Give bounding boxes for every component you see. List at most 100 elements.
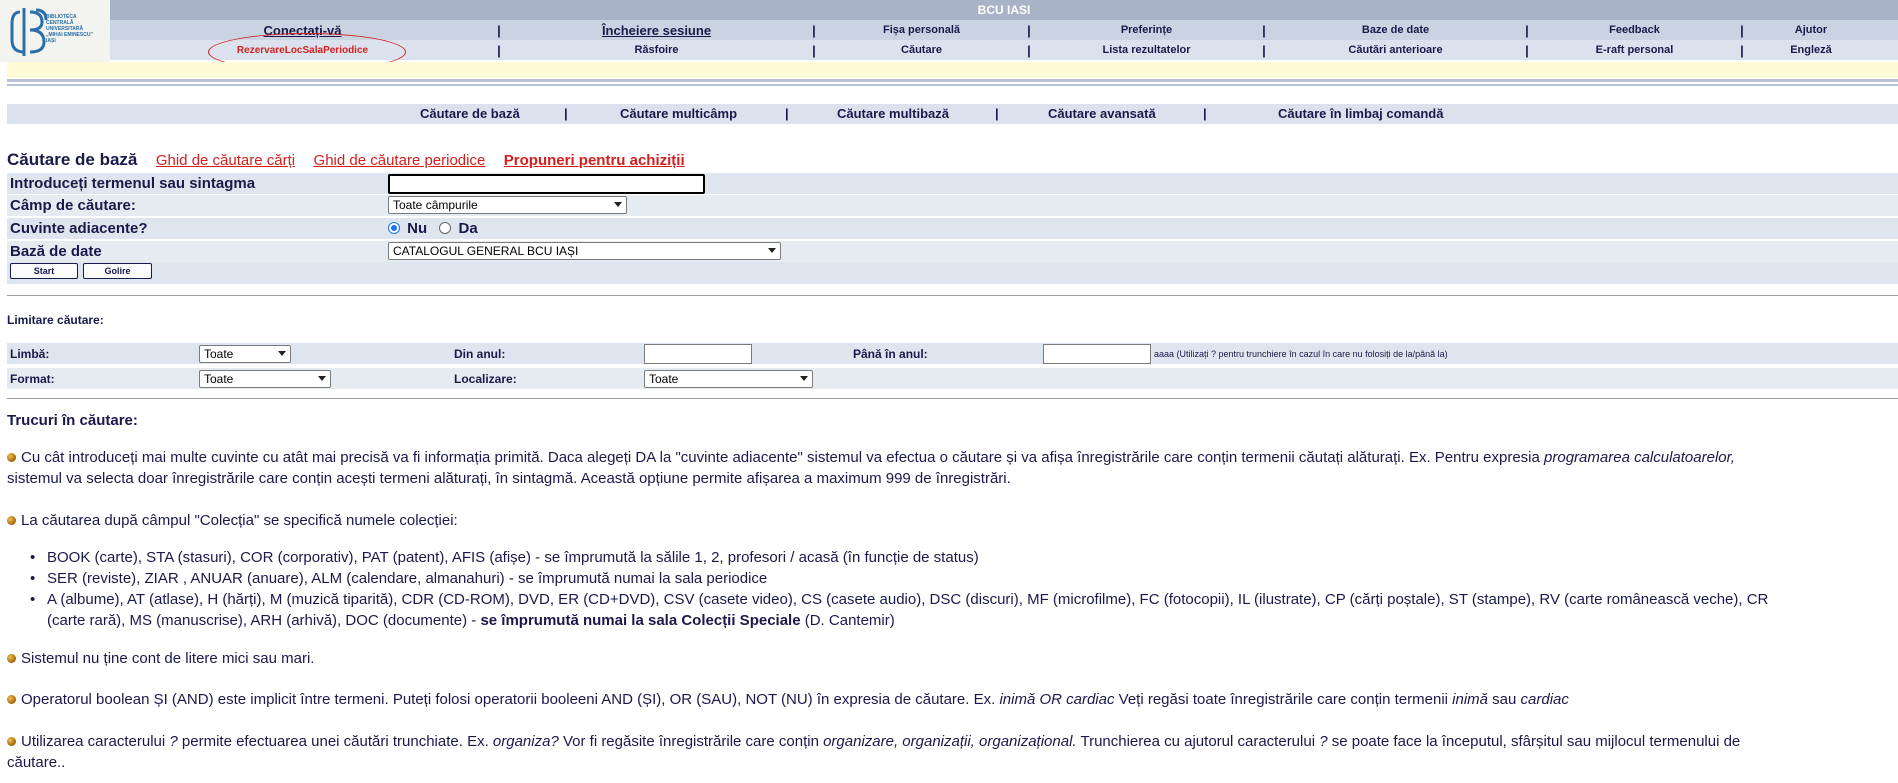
database-label: Bază de date	[10, 243, 102, 260]
year-hint: aaaa (Utilizați ? pentru trunchiere în c…	[1154, 349, 1448, 359]
tab-advanced-search[interactable]: Căutare avansată	[1048, 106, 1156, 121]
radio-yes[interactable]	[439, 222, 452, 234]
page-heading: Căutare de bază Ghid de căutare cărți Gh…	[7, 150, 685, 170]
nav-separator: |	[1525, 42, 1529, 58]
chevron-down-icon	[768, 248, 776, 253]
tab-multibase-search[interactable]: Căutare multibază	[837, 106, 949, 121]
list-item: A (albume), AT (atlase), H (hărți), M (m…	[27, 589, 1887, 631]
term-label: Introduceți termenul sau sintagma	[10, 175, 256, 192]
nav-search[interactable]: Căutare	[818, 44, 1025, 56]
adjacent-options: Nu Da	[388, 220, 478, 237]
tip-case: Sistemul nu ține cont de litere mici sau…	[7, 648, 1887, 669]
nav-separator: |	[1027, 22, 1031, 38]
chevron-down-icon	[318, 376, 326, 381]
language-select-value: Toate	[204, 347, 234, 361]
nav-help[interactable]: Ajutor	[1746, 24, 1876, 36]
field-label: Câmp de căutare:	[10, 197, 136, 214]
nav-separator: |	[1740, 42, 1744, 58]
nav-separator: |	[1740, 22, 1744, 38]
guide-periodicals-link[interactable]: Ghid de căutare periodice	[314, 152, 486, 169]
bullet-icon	[7, 453, 16, 462]
divider	[7, 398, 1898, 399]
radio-yes-label: Da	[458, 220, 478, 237]
nav-separator: |	[497, 22, 501, 38]
adjacent-label: Cuvinte adiacente?	[10, 220, 148, 237]
guide-books-link[interactable]: Ghid de căutare cărți	[156, 152, 295, 169]
tab-separator: |	[995, 106, 999, 121]
nav-databases[interactable]: Baze de date	[1268, 24, 1523, 36]
from-year-input[interactable]	[644, 344, 752, 364]
bullet-icon	[7, 737, 16, 746]
location-select-value: Toate	[649, 372, 679, 386]
nav-row-session: Conectați-vă | Încheiere sesiune | Fișa …	[110, 20, 1898, 40]
location-label: Localizare:	[454, 372, 517, 386]
start-button[interactable]: Start	[10, 263, 78, 279]
nav-preferences[interactable]: Preferințe	[1033, 24, 1260, 36]
search-input[interactable]	[388, 174, 705, 194]
format-select-value: Toate	[204, 372, 234, 386]
tab-command-search[interactable]: Căutare în limbaj comandă	[1278, 106, 1443, 121]
search-type-tabs: Căutare de bază | Căutare multicâmp | Că…	[7, 104, 1898, 124]
nav-feedback[interactable]: Feedback	[1531, 24, 1738, 36]
nav-personal-file[interactable]: Fișa personală	[818, 24, 1025, 36]
acquisition-proposals-link[interactable]: Propuneri pentru achiziții	[504, 152, 685, 169]
database-row: Bază de date CATALOGUL GENERAL BCU IAȘI	[7, 241, 1898, 262]
term-row: Introduceți termenul sau sintagma	[7, 173, 1898, 194]
field-select-value: Toate câmpurile	[393, 198, 478, 212]
app-title: BCU IASI	[110, 0, 1898, 20]
field-row: Câmp de căutare: Toate câmpurile	[7, 195, 1898, 216]
collections-list: BOOK (carte), STA (stasuri), COR (corpor…	[27, 547, 1887, 631]
nav-separator: |	[1027, 42, 1031, 58]
from-year-label: Din anul:	[454, 347, 506, 361]
clear-button[interactable]: Golire	[83, 263, 152, 279]
page-title: Căutare de bază	[7, 150, 138, 169]
bullet-icon	[7, 695, 16, 704]
to-year-label: Până în anul:	[853, 347, 928, 361]
nav-previous-searches[interactable]: Căutări anterioare	[1268, 44, 1523, 56]
logo-caption: BIBLIOTECA CENTRALĂ UNIVERSITARĂ „MIHAI …	[46, 14, 93, 44]
language-select[interactable]: Toate	[199, 345, 291, 363]
tip-boolean: Operatorul boolean ȘI (AND) este implici…	[7, 689, 1887, 710]
database-select[interactable]: CATALOGUL GENERAL BCU IAȘI	[388, 242, 781, 260]
radio-no-label: Nu	[407, 220, 428, 237]
tab-basic-search[interactable]: Căutare de bază	[420, 106, 520, 121]
tip-more-words: Cu cât introduceți mai multe cuvinte cu …	[7, 449, 1735, 487]
bcu-logo[interactable]: BIBLIOTECA CENTRALĂ UNIVERSITARĂ „MIHAI …	[0, 0, 110, 62]
nav-separator: |	[1262, 22, 1266, 38]
to-year-input[interactable]	[1043, 344, 1151, 364]
divider	[7, 84, 1898, 86]
location-select[interactable]: Toate	[644, 370, 813, 388]
field-select[interactable]: Toate câmpurile	[388, 196, 627, 214]
bullet-icon	[7, 654, 16, 663]
nav-separator: |	[812, 42, 816, 58]
notice-band	[7, 62, 1898, 78]
limit-row-1: Limbă: Toate Din anul: Până în anul: aaa…	[7, 343, 1898, 364]
nav-results-list[interactable]: Lista rezultatelor	[1033, 44, 1260, 56]
database-select-value: CATALOGUL GENERAL BCU IAȘI	[393, 244, 579, 258]
nav-e-shelf[interactable]: E-raft personal	[1531, 44, 1738, 56]
nav-end-session[interactable]: Încheiere sesiune	[503, 23, 810, 38]
nav-separator: |	[812, 22, 816, 38]
tip-truncation: Utilizarea caracterului ? permite efectu…	[7, 733, 1741, 771]
limit-row-2: Format: Toate Localizare: Toate	[7, 368, 1898, 389]
tip-collection: La căutarea după câmpul "Colecția" se sp…	[7, 510, 1887, 531]
chevron-down-icon	[800, 376, 808, 381]
nav-separator: |	[497, 42, 501, 58]
bullet-icon	[7, 516, 16, 525]
divider	[7, 295, 1898, 296]
nav-browse[interactable]: Răsfoire	[503, 44, 810, 56]
format-select[interactable]: Toate	[199, 370, 331, 388]
list-item: BOOK (carte), STA (stasuri), COR (corpor…	[27, 547, 1887, 568]
format-label: Format:	[10, 372, 55, 386]
tab-separator: |	[785, 106, 789, 121]
tab-multifield-search[interactable]: Căutare multicâmp	[620, 106, 737, 121]
nav-separator: |	[1262, 42, 1266, 58]
buttons-row: Start Golire	[7, 262, 1898, 284]
list-item: SER (reviste), ZIAR , ANUAR (anuare), AL…	[27, 568, 1887, 589]
chevron-down-icon	[278, 351, 286, 356]
chevron-down-icon	[614, 202, 622, 207]
radio-no[interactable]	[388, 222, 400, 234]
limit-title: Limitare căutare:	[7, 313, 104, 327]
language-label: Limbă:	[10, 347, 50, 361]
nav-english[interactable]: Engleză	[1746, 44, 1876, 56]
